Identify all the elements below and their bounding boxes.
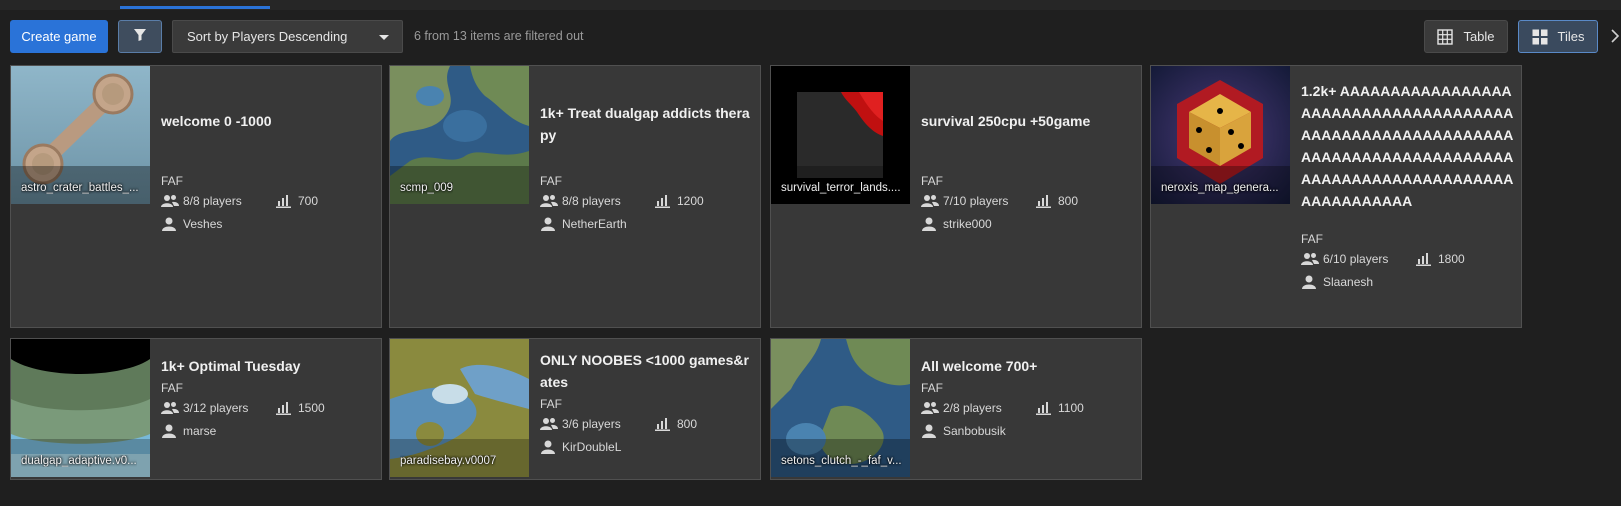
map-preview: setons_clutch_-_faf_v... (771, 339, 910, 477)
user-icon (540, 440, 560, 454)
player-count: 6/10 players (1323, 251, 1389, 266)
game-title: All welcome 700+ (921, 358, 1038, 374)
rating-value: 700 (298, 193, 319, 208)
filter-icon (133, 28, 147, 45)
toolbar: Create game Sort by Players Descending 6… (10, 20, 1621, 53)
tiles-icon (1532, 29, 1548, 45)
tiles-view-label: Tiles (1557, 29, 1585, 44)
game-title: welcome 0 -1000 (161, 113, 272, 129)
user-icon (921, 424, 941, 438)
player-count: 3/12 players (183, 400, 249, 415)
user-icon (161, 424, 181, 438)
map-name: neroxis_map_genera... (1161, 182, 1279, 194)
top-tab-strip (0, 0, 1621, 10)
map-name: scmp_009 (400, 182, 454, 194)
game-title: survival 250cpu +50game (921, 113, 1091, 129)
active-tab-indicator (120, 6, 270, 9)
map-preview: survival_terror_lands.... (771, 66, 910, 204)
map-preview: astro_crater_battles_... (11, 66, 150, 204)
rating-value: 800 (677, 416, 698, 431)
rating-icon (1416, 252, 1436, 266)
game-tile[interactable]: paradisebay.v0007 ONLY NOOBES <1000 game… (389, 338, 761, 480)
sort-dropdown-label: Sort by Players Descending (187, 29, 348, 44)
players-icon (1301, 252, 1321, 266)
host-name: strike000 (943, 216, 992, 231)
game-tile[interactable]: astro_crater_battles_... welcome 0 -1000… (10, 65, 382, 328)
game-title: 1k+ Optimal Tuesday (161, 358, 301, 374)
featured-mod: FAF (921, 381, 944, 395)
table-view-label: Table (1463, 29, 1495, 44)
rating-icon (276, 401, 296, 415)
host-name: marse (183, 423, 217, 438)
chevron-down-icon (379, 35, 389, 40)
rating-value: 1100 (1058, 400, 1084, 415)
featured-mod: FAF (921, 174, 944, 188)
map-name: paradisebay.v0007 (400, 455, 497, 467)
map-name: dualgap_adaptive.v0... (21, 455, 137, 467)
game-tile[interactable]: dualgap_adaptive.v0... 1k+ Optimal Tuesd… (10, 338, 382, 480)
featured-mod: FAF (1301, 232, 1324, 246)
featured-mod: FAF (540, 174, 563, 188)
user-icon (921, 217, 941, 231)
table-icon (1437, 28, 1454, 45)
players-icon (161, 194, 181, 208)
players-icon (161, 401, 181, 415)
map-name: survival_terror_lands.... (781, 182, 901, 194)
host-name: KirDoubleL (562, 439, 622, 454)
rating-value: 800 (1058, 193, 1079, 208)
tiles-view-button[interactable]: Tiles (1518, 20, 1598, 53)
rating-value: 1500 (298, 400, 325, 415)
user-icon (540, 217, 560, 231)
map-preview: dualgap_adaptive.v0... (11, 339, 150, 477)
host-name: Sanbobusik (943, 423, 1006, 438)
player-count: 8/8 players (562, 193, 621, 208)
map-preview: paradisebay.v0007 (390, 339, 529, 477)
filter-button[interactable] (118, 20, 162, 53)
map-preview: scmp_009 (390, 66, 529, 204)
create-game-button[interactable]: Create game (10, 20, 108, 53)
rating-icon (655, 417, 675, 431)
map-name: setons_clutch_-_faf_v... (781, 455, 902, 467)
game-title: 1k+ Treat dualgap addicts therapy (540, 105, 750, 143)
featured-mod: FAF (161, 381, 184, 395)
host-name: Slaanesh (1323, 274, 1374, 289)
map-name: astro_crater_battles_... (21, 182, 139, 194)
rating-icon (655, 194, 675, 208)
filter-status-text: 6 from 13 items are filtered out (414, 29, 584, 43)
game-title: ONLY NOOBES <1000 games&rates (540, 352, 749, 390)
table-view-button[interactable]: Table (1424, 20, 1508, 53)
game-tile[interactable]: neroxis_map_genera... 1.2k+ AAAAAAAAAAAA… (1150, 65, 1522, 328)
rating-value: 1800 (1438, 251, 1465, 266)
players-icon (921, 194, 941, 208)
user-icon (1301, 275, 1321, 289)
players-icon (921, 401, 941, 415)
players-icon (540, 417, 560, 431)
map-preview: neroxis_map_genera... (1151, 66, 1290, 204)
player-count: 2/8 players (943, 400, 1002, 415)
player-count: 7/10 players (943, 193, 1009, 208)
game-tile[interactable]: setons_clutch_-_faf_v... All welcome 700… (770, 338, 1142, 480)
chevron-right-icon[interactable] (1610, 29, 1620, 43)
rating-value: 1200 (677, 193, 704, 208)
featured-mod: FAF (540, 397, 563, 411)
player-count: 8/8 players (183, 193, 242, 208)
rating-icon (1036, 401, 1056, 415)
sort-dropdown[interactable]: Sort by Players Descending (172, 20, 403, 53)
rating-icon (1036, 194, 1056, 208)
rating-icon (276, 194, 296, 208)
player-count: 3/6 players (562, 416, 621, 431)
game-title: 1.2k+ AAAAAAAAAAAAAAAAAAAAAAAAAAAAAAAAAA… (1301, 83, 1514, 209)
host-name: Veshes (183, 216, 223, 231)
game-tile[interactable]: scmp_009 1k+ Treat dualgap addicts thera… (389, 65, 761, 328)
players-icon (540, 194, 560, 208)
host-name: NetherEarth (562, 216, 627, 231)
game-tile[interactable]: survival_terror_lands.... survival 250cp… (770, 65, 1142, 328)
user-icon (161, 217, 181, 231)
featured-mod: FAF (161, 174, 184, 188)
